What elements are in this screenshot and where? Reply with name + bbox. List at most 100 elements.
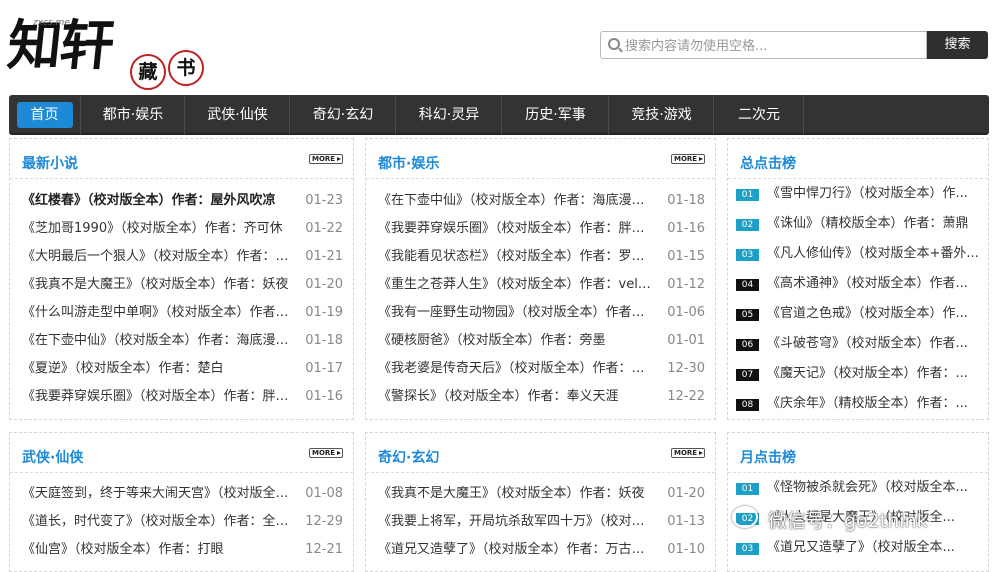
site-logo[interactable]: 知轩 zxcs.me 藏 书 [5, 10, 208, 92]
list-item[interactable]: 《我要莽穿娱乐圈》（校对版全本）作者：胖… 01-16 [378, 215, 705, 243]
book-title[interactable]: 《我要莽穿娱乐圈》（校对版全本）作者：胖… [22, 383, 307, 411]
panel-title[interactable]: 最新小说 [22, 153, 78, 173]
update-date: 01-18 [305, 333, 343, 348]
book-title[interactable]: 《雪中悍刀行》（校对版全本）作... [767, 179, 979, 209]
panel-header: 都市·娱乐 MORE [366, 139, 715, 179]
book-title[interactable]: 《道长，时代变了》（校对版全本）作者：全… [22, 508, 307, 536]
rank-item[interactable]: 01 《雪中悍刀行》（校对版全本）作... [736, 179, 982, 209]
book-title[interactable]: 《硬核厨爸》（校对版全本）作者：旁墨 [378, 327, 663, 355]
panel-title[interactable]: 武侠·仙侠 [22, 447, 83, 467]
update-date: 01-20 [667, 486, 705, 501]
list-item[interactable]: 《夏逆》（校对版全本）作者：楚白 01-17 [22, 355, 343, 383]
book-title[interactable]: 《重生之苍莽人生》（校对版全本）作者：vel… [378, 271, 663, 299]
book-title[interactable]: 《夏逆》（校对版全本）作者：楚白 [22, 355, 307, 383]
more-button[interactable]: MORE [671, 448, 705, 458]
rank-item[interactable]: 06 《斗破苍穹》（校对版全本）作者... [736, 329, 982, 359]
rank-item[interactable]: 01 《怪物被杀就会死》（校对版全本... [736, 473, 982, 503]
nav-fantasy[interactable]: 奇幻·玄幻 [291, 95, 395, 135]
rank-item[interactable]: 03 《凡人修仙传》（校对版全本+番外... [736, 239, 982, 269]
book-title[interactable]: 《我真不是大魔王》（校对版全本）作者：妖夜 [378, 480, 663, 508]
list-item[interactable]: 《我真不是大魔王》（校对版全本）作者：妖夜 01-20 [378, 480, 705, 508]
more-button[interactable]: MORE [309, 448, 343, 458]
update-date: 01-21 [305, 249, 343, 264]
panel-header: 武侠·仙侠 MORE [10, 433, 353, 473]
main-nav: 首页 都市·娱乐 武侠·仙侠 奇幻·玄幻 科幻·灵异 历史·军事 竞技·游戏 二… [9, 95, 989, 135]
panel-urban: 都市·娱乐 MORE 《在下壶中仙》（校对版全本）作者：海底漫… 01-18 《我… [365, 138, 716, 420]
book-title[interactable]: 《我能看见状态栏》（校对版全本）作者：罗… [378, 243, 663, 271]
book-title[interactable]: 《凡人修仙传》（校对版全本+番外... [767, 239, 979, 269]
book-title[interactable]: 《高术通神》（校对版全本）作者... [767, 269, 979, 299]
book-title[interactable]: 《我有一座野生动物园》（校对版全本）作者… [378, 299, 663, 327]
panel-title[interactable]: 月点击榜 [740, 447, 796, 467]
update-date: 01-22 [305, 221, 343, 236]
update-date: 01-01 [667, 333, 705, 348]
more-button[interactable]: MORE [309, 154, 343, 164]
rank-item[interactable]: 07 《魔天记》（校对版全本）作者：... [736, 359, 982, 389]
book-title[interactable]: 《我要莽穿娱乐圈》（校对版全本）作者：胖… [378, 215, 663, 243]
rank-item[interactable]: 04 《高术通神》（校对版全本）作者... [736, 269, 982, 299]
wechat-watermark: 微信号：go2think [732, 500, 972, 540]
rank-item[interactable]: 02 《诛仙》（精校版全本）作者：萧鼎 [736, 209, 982, 239]
list-item[interactable]: 《我要莽穿娱乐圈》（校对版全本）作者：胖… 01-16 [22, 383, 343, 411]
search-button[interactable]: 搜索 [927, 31, 988, 59]
watermark-text: 微信号：go2think [768, 510, 928, 532]
book-title[interactable]: 《什么叫游走型中单啊》（校对版全本）作者… [22, 299, 307, 327]
panel-title[interactable]: 奇幻·玄幻 [378, 447, 439, 467]
book-title[interactable]: 《在下壶中仙》（校对版全本）作者：海底漫… [22, 327, 307, 355]
nav-urban[interactable]: 都市·娱乐 [82, 95, 184, 135]
book-title[interactable]: 《我要上将军，开局坑杀敌军四十万》（校对… [378, 508, 663, 536]
list-item[interactable]: 《道长，时代变了》（校对版全本）作者：全… 12-29 [22, 508, 343, 536]
book-title[interactable]: 《大明最后一个狠人》（校对版全本）作者：… [22, 243, 307, 271]
book-title[interactable]: 《官道之色戒》（校对版全本）作... [767, 299, 979, 329]
list-item[interactable]: 《我真不是大魔王》（校对版全本）作者：妖夜 01-20 [22, 271, 343, 299]
book-title[interactable]: 《我真不是大魔王》（校对版全本）作者：妖夜 [22, 271, 307, 299]
nav-home[interactable]: 首页 [9, 95, 80, 135]
nav-scifi[interactable]: 科幻·灵异 [397, 95, 501, 135]
list-item[interactable]: 《芝加哥1990》（校对版全本）作者：齐可休 01-22 [22, 215, 343, 243]
book-title[interactable]: 《天庭签到，终于等来大闹天宫》（校对版全… [22, 480, 307, 508]
list-item[interactable]: 《我要上将军，开局坑杀敌军四十万》（校对… 01-13 [378, 508, 705, 536]
list-item[interactable]: 《天庭签到，终于等来大闹天宫》（校对版全… 01-08 [22, 480, 343, 508]
list-item[interactable]: 《重生之苍莽人生》（校对版全本）作者：vel… 01-12 [378, 271, 705, 299]
nav-divider [184, 95, 185, 135]
search-input[interactable] [625, 37, 915, 55]
list-item[interactable]: 《警探长》（校对版全本）作者：奉义天涯 12-22 [378, 383, 705, 411]
list-item[interactable]: 《我有一座野生动物园》（校对版全本）作者… 01-06 [378, 299, 705, 327]
list-item[interactable]: 《我能看见状态栏》（校对版全本）作者：罗… 01-15 [378, 243, 705, 271]
rank-item[interactable]: 05 《官道之色戒》（校对版全本）作... [736, 299, 982, 329]
nav-wuxia[interactable]: 武侠·仙侠 [186, 95, 289, 135]
update-date: 01-16 [667, 221, 705, 236]
list-item[interactable]: 《硬核厨爸》（校对版全本）作者：旁墨 01-01 [378, 327, 705, 355]
list-item[interactable]: 《什么叫游走型中单啊》（校对版全本）作者… 01-19 [22, 299, 343, 327]
panel-title[interactable]: 都市·娱乐 [378, 153, 439, 173]
list-item[interactable]: 《红楼春》（校对版全本）作者：屋外风吹凉 01-23 [22, 187, 343, 215]
list-item[interactable]: 《在下壶中仙》（校对版全本）作者：海底漫… 01-18 [22, 327, 343, 355]
book-title[interactable]: 《芝加哥1990》（校对版全本）作者：齐可休 [22, 215, 307, 243]
list-item[interactable]: 《我老婆是传奇天后》（校对版全本）作者：… 12-30 [378, 355, 705, 383]
book-title[interactable]: 《红楼春》（校对版全本）作者：屋外风吹凉 [22, 187, 307, 215]
rank-number: 02 [736, 219, 759, 231]
list-item[interactable]: 《大明最后一个狠人》（校对版全本）作者：… 01-21 [22, 243, 343, 271]
book-title[interactable]: 《诛仙》（精校版全本）作者：萧鼎 [767, 209, 979, 239]
book-title[interactable]: 《庆余年》（精校版全本）作者：... [767, 389, 979, 419]
book-title[interactable]: 《警探长》（校对版全本）作者：奉义天涯 [378, 383, 663, 411]
book-title[interactable]: 《魔天记》（校对版全本）作者：... [767, 359, 979, 389]
nav-history[interactable]: 历史·军事 [503, 95, 608, 135]
update-date: 01-13 [667, 514, 705, 529]
book-title[interactable]: 《斗破苍穹》（校对版全本）作者... [767, 329, 979, 359]
rank-item[interactable]: 08 《庆余年》（精校版全本）作者：... [736, 389, 982, 419]
update-date: 01-18 [667, 193, 705, 208]
search-box [600, 31, 927, 59]
panel-header: 最新小说 MORE [10, 139, 353, 179]
list-item[interactable]: 《在下壶中仙》（校对版全本）作者：海底漫… 01-18 [378, 187, 705, 215]
book-title[interactable]: 《怪物被杀就会死》（校对版全本... [767, 473, 979, 503]
rank-number: 03 [736, 543, 759, 555]
panel-wuxia: 武侠·仙侠 MORE 《天庭签到，终于等来大闹天宫》（校对版全… 01-08 《道… [9, 432, 354, 572]
book-title[interactable]: 《我老婆是传奇天后》（校对版全本）作者：… [378, 355, 663, 383]
book-title[interactable]: 《在下壶中仙》（校对版全本）作者：海底漫… [378, 187, 663, 215]
nav-games[interactable]: 竞技·游戏 [610, 95, 713, 135]
panel-title[interactable]: 总点击榜 [740, 153, 796, 173]
nav-acg[interactable]: 二次元 [715, 95, 803, 135]
more-button[interactable]: MORE [671, 154, 705, 164]
nav-divider [803, 95, 804, 135]
